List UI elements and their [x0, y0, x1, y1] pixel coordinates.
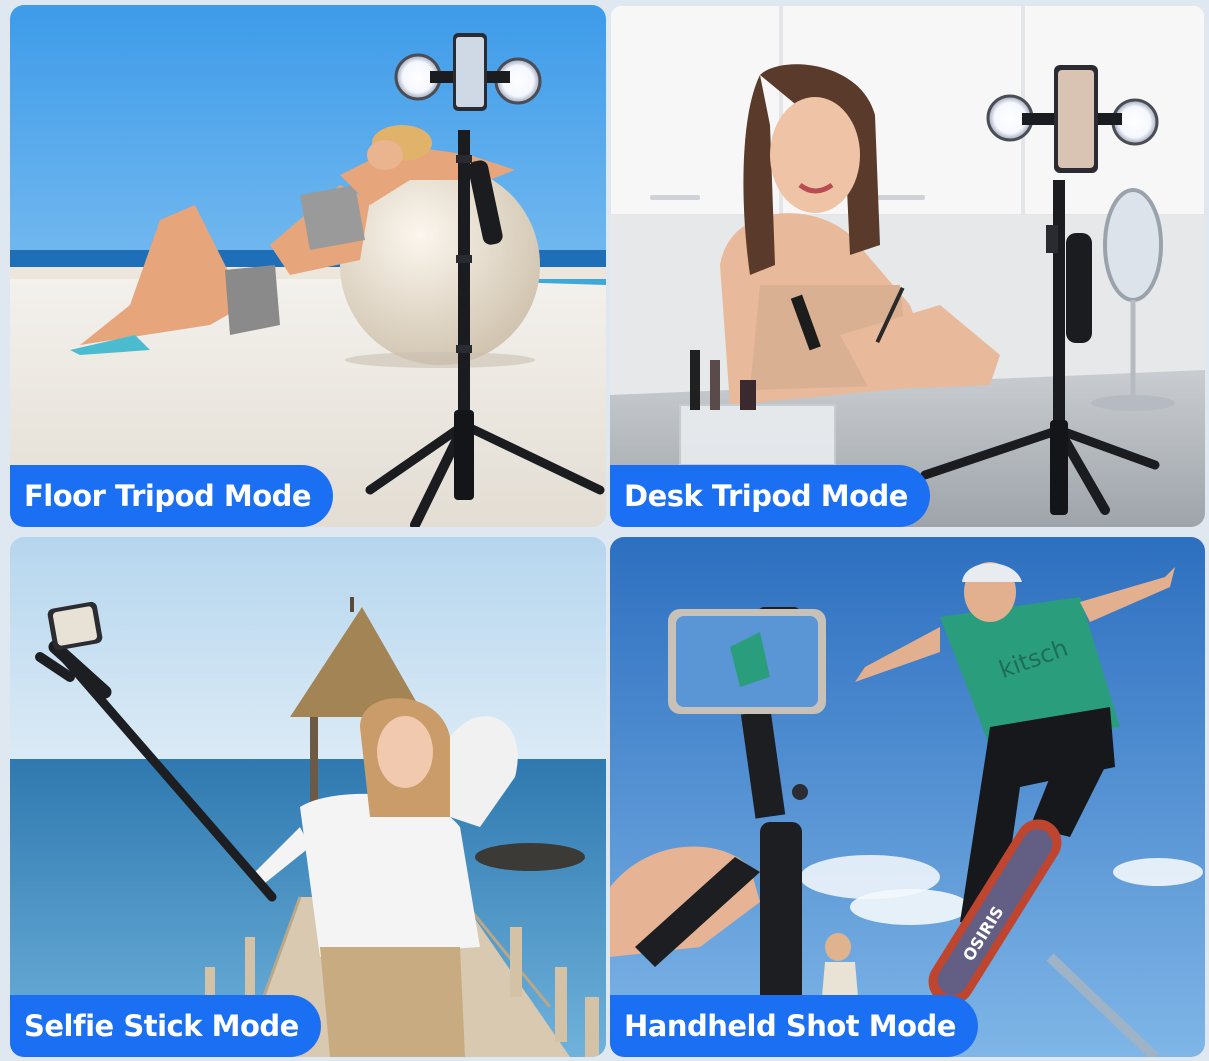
mode-label: Floor Tripod Mode [10, 465, 334, 527]
mode-label: Desk Tripod Mode [610, 465, 930, 527]
mode-grid: Floor Tripod Mode Desk Tripod Mode Selfi… [0, 0, 1209, 1061]
selfie-stick-photo [10, 537, 606, 1057]
floor-tripod-photo [10, 5, 606, 527]
panel-desk-tripod: Desk Tripod Mode [610, 5, 1205, 527]
panel-selfie-stick: Selfie Stick Mode [10, 537, 606, 1057]
handheld-shot-photo: kitsch OSIRIS [610, 537, 1205, 1057]
mirror [1103, 188, 1163, 302]
panel-handheld-shot: kitsch OSIRIS Handheld Shot Mode [610, 537, 1205, 1057]
makeup-organizer [679, 404, 836, 466]
desk-tripod-photo [610, 5, 1205, 527]
panel-floor-tripod: Floor Tripod Mode [10, 5, 606, 527]
mode-label: Selfie Stick Mode [10, 995, 321, 1057]
mode-label: Handheld Shot Mode [610, 995, 978, 1057]
